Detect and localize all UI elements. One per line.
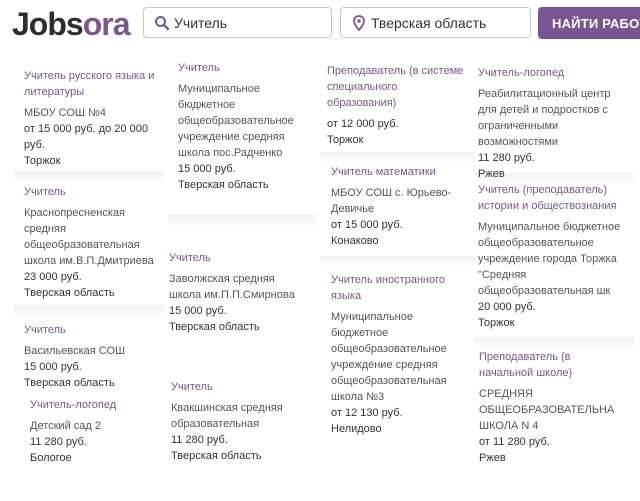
job-salary: 11 280 руб. xyxy=(30,436,87,448)
job-salary: от 11 280 руб. xyxy=(479,436,550,448)
job-org: Васильевская СОШ xyxy=(24,345,126,357)
job-title[interactable]: Учитель xyxy=(24,184,164,200)
logo-part1: Jobs xyxy=(12,6,84,42)
job-title[interactable]: Учитель xyxy=(178,60,310,76)
job-title[interactable]: Учитель-логопед xyxy=(30,397,164,413)
logo-part2: ora xyxy=(82,6,131,42)
job-title[interactable]: Учитель-логопед xyxy=(478,65,614,81)
job-city: Тверская область xyxy=(178,179,269,191)
job-org: МБОУ СОШ №4 xyxy=(24,107,106,119)
job-title[interactable]: Учитель русского языка и литературы xyxy=(24,68,164,100)
job-salary: от 15 000 руб. xyxy=(331,219,403,231)
job-title[interactable]: Преподаватель (в системе специального об… xyxy=(327,63,469,111)
job-city: Ржев xyxy=(479,452,506,464)
job-card[interactable]: Преподаватель (в начальной школе) СРЕДНЯ… xyxy=(479,349,615,466)
job-city: Тверская область xyxy=(171,450,262,462)
job-salary: 11 280 руб. xyxy=(171,434,228,446)
job-salary: от 12 000 руб. xyxy=(327,118,399,130)
job-title[interactable]: Учитель xyxy=(24,322,164,338)
search-input[interactable] xyxy=(174,12,324,33)
job-city: Конаково xyxy=(331,235,379,247)
job-org: Реабилитационный центр для детей и подро… xyxy=(478,88,611,148)
job-title[interactable]: Учитель иностранного языка xyxy=(331,272,471,304)
job-card[interactable]: Учитель-логопед Реабилитационный центр д… xyxy=(478,65,614,182)
job-city: Бологое xyxy=(30,452,72,464)
job-city: Тверская область xyxy=(169,321,260,333)
job-card[interactable]: Учитель Квакшинская средняя образователь… xyxy=(171,379,311,464)
job-org: Квакшинская средняя образовательная xyxy=(171,402,283,430)
search-query-field[interactable] xyxy=(143,7,332,38)
job-card[interactable]: Преподаватель (в системе специального об… xyxy=(327,63,469,148)
job-title[interactable]: Учитель xyxy=(169,250,309,266)
job-org: Муниципальное бюджетное общеобразователь… xyxy=(178,83,294,159)
location-input[interactable] xyxy=(371,12,521,33)
job-salary: 23 000 руб. xyxy=(24,271,82,283)
jobsora-logo[interactable]: Jobsora xyxy=(12,4,131,44)
job-salary: 20 000 руб. xyxy=(478,301,536,313)
job-city: Нелидово xyxy=(331,423,382,435)
job-card[interactable]: Учитель русского языка и литературы МБОУ… xyxy=(24,68,164,169)
job-title[interactable]: Преподаватель (в начальной школе) xyxy=(479,349,615,381)
job-salary: 11 280 руб. xyxy=(478,152,535,164)
find-jobs-button[interactable]: НАЙТИ РАБОТУ xyxy=(538,7,640,39)
job-city: Торжок xyxy=(24,155,61,167)
job-card[interactable]: Учитель-логопед Детский сад 2 11 280 руб… xyxy=(30,397,164,466)
job-salary: 15 000 руб. xyxy=(178,163,236,175)
job-city: Тверская область xyxy=(24,287,115,299)
job-title[interactable]: Учитель xyxy=(171,379,311,395)
job-org: Краснопресненская средняя общеобразовате… xyxy=(24,207,154,267)
job-card[interactable]: Учитель Муниципальное бюджетное общеобра… xyxy=(178,60,310,193)
job-salary: от 15 000 руб. до 20 000 руб. xyxy=(24,123,148,151)
location-field[interactable] xyxy=(340,7,531,38)
job-card[interactable]: Учитель Заволжская средняя школа им.П.П.… xyxy=(169,250,309,335)
job-card[interactable]: Учитель иностранного языка Муниципальное… xyxy=(331,272,471,437)
job-org: Детский сад 2 xyxy=(30,420,101,432)
job-city: Торжок xyxy=(478,317,515,329)
job-org: Муниципальное бюджетное общеобразователь… xyxy=(478,221,621,297)
job-salary: 15 000 руб. xyxy=(24,361,82,373)
job-city: Торжок xyxy=(327,134,364,146)
job-title[interactable]: Учитель математики xyxy=(331,164,471,180)
job-org: Заволжская средняя школа им.П.П.Смирнова xyxy=(169,273,295,301)
job-card[interactable]: Учитель (преподаватель) истории и общест… xyxy=(478,182,624,331)
job-card[interactable]: Учитель Васильевская СОШ 15 000 руб. Тве… xyxy=(24,322,164,391)
job-salary: от 12 130 руб. xyxy=(331,407,403,419)
job-org: СРЕДНЯЯ ОБЩЕОБРАЗОВАТЕЛЬНАЯ ШКОЛА N 4 xyxy=(479,388,615,432)
job-title[interactable]: Учитель (преподаватель) истории и общест… xyxy=(478,182,624,214)
search-icon xyxy=(155,16,170,31)
job-card[interactable]: Учитель Краснопресненская средняя общеоб… xyxy=(24,184,164,301)
job-org: Муниципальное бюджетное общеобразователь… xyxy=(331,311,447,403)
location-pin-icon xyxy=(353,15,365,31)
job-card[interactable]: Учитель математики МБОУ СОШ с. Юрьево-Де… xyxy=(331,164,471,249)
job-city: Тверская область xyxy=(24,377,115,389)
job-salary: 15 000 руб. xyxy=(169,305,227,317)
job-org: МБОУ СОШ с. Юрьево-Девичье xyxy=(331,187,452,215)
